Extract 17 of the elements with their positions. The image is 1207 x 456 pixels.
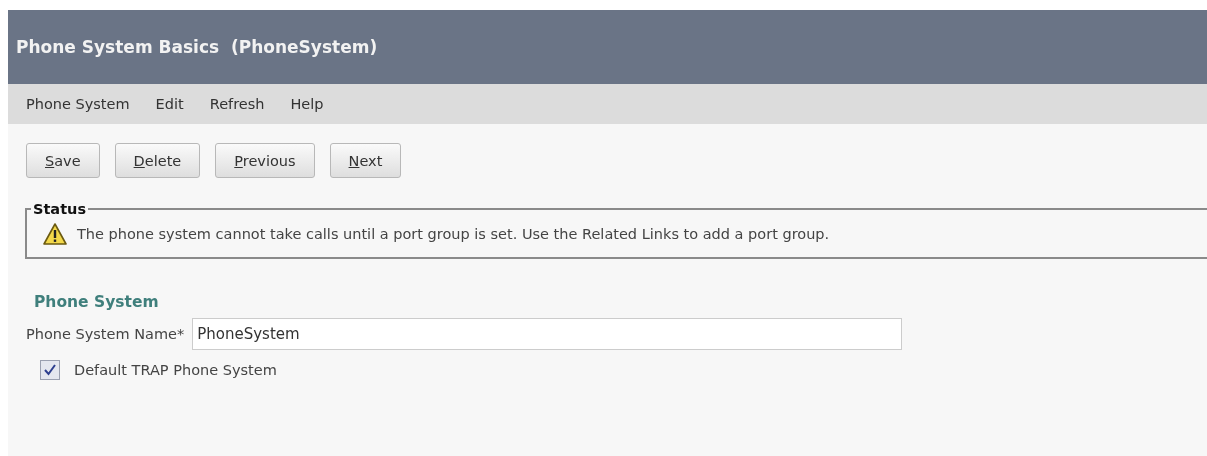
- menu-item[interactable]: Help: [290, 96, 324, 112]
- section-heading: Phone System: [34, 293, 160, 311]
- menu-item[interactable]: Refresh: [209, 96, 265, 112]
- warning-icon: [43, 223, 67, 245]
- toolbar-button[interactable]: Previous: [215, 143, 315, 178]
- window-title: Phone System Basics (PhoneSystem): [8, 10, 1207, 84]
- toolbar-button[interactable]: Save: [26, 143, 100, 178]
- status-message: The phone system cannot take calls until a port group is set. Use the Related Links to add a port group.: [77, 226, 830, 242]
- name-input-field[interactable]: PhoneSystem: [192, 318, 903, 350]
- field-label: Phone System Name*: [26, 326, 185, 342]
- toolbar-button[interactable]: Next: [329, 143, 402, 178]
- menu-item[interactable]: Phone System: [26, 96, 130, 112]
- toolbar-button[interactable]: Delete: [114, 143, 201, 178]
- menu-item[interactable]: Edit: [155, 96, 184, 112]
- checkbox-label: Default TRAP Phone System: [74, 362, 277, 378]
- status-legend: Status: [31, 201, 89, 217]
- checkbox[interactable]: [40, 360, 60, 380]
